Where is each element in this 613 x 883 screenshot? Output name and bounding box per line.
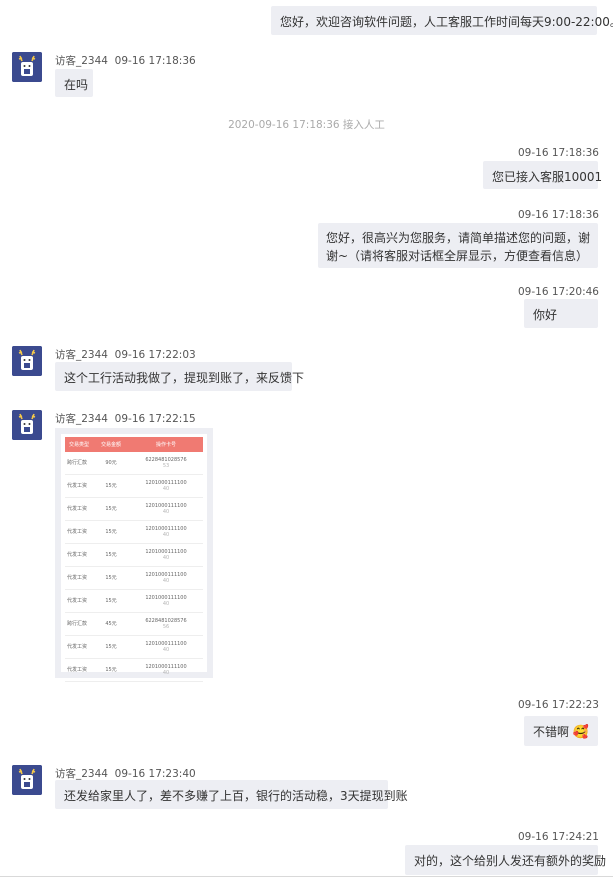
cell-card: 6228481028576 53 [129,457,203,469]
cell-amount: 15元 [105,598,117,604]
table-row: 代发工资 15元 1201000111100 40 [65,544,203,567]
message-time: 09-16 17:22:03 [114,349,196,361]
message-meta: 访客_2344 09-16 17:18:36 [55,53,196,68]
card-number-masked: 56 [162,624,170,630]
cell-type: 代发工资 [67,644,88,650]
visitor-avatar [12,346,42,376]
visitor-message: 这个工行活动我做了，提现到账了，来反馈下 [55,362,304,391]
visitor-avatar [12,765,42,795]
cell-card: 6228481028576 56 [129,618,203,630]
table-header: 交易类型 交易金额 操作卡号 [65,437,203,452]
cell-card: 1201000111100 40 [129,595,203,607]
cell-amount: 45元 [105,621,117,627]
card-number-masked: 40 [162,486,170,492]
agent-message: 您已接入客服10001 [483,161,602,189]
deer-icon [12,765,42,795]
cell-type: 代发工资 [67,598,88,604]
card-number-masked: 53 [162,463,170,469]
transaction-screenshot: 交易类型 交易金额 操作卡号 跨行汇款 90元 6228481028576 53 代发工… [61,434,207,682]
message-meta: 访客_2344 09-16 17:22:03 [55,347,196,362]
visitor-avatar [12,52,42,82]
table-row: 代发工资 15元 1201000111100 40 [65,636,203,659]
message-time: 09-16 17:18:36 [114,55,196,67]
agent-message: 您好，欢迎咨询软件问题，人工客服工作时间每天9:00-22:00。 [271,6,613,35]
visitor-message: 还发给家里人了，差不多赚了上百，银行的活动稳，3天提现到账 [55,780,408,809]
table-row: 代发工资 15元 1201000111100 40 [65,498,203,521]
visitor-avatar [12,410,42,440]
cell-amount: 90元 [105,460,117,466]
cell-amount: 15元 [105,575,117,581]
smiling-face-with-hearts-icon: 🥰 [572,725,590,740]
column-header: 操作卡号 [155,442,176,448]
cell-card: 1201000111100 40 [129,572,203,584]
message-time: 09-16 17:24:21 [517,831,599,843]
message-meta: 访客_2344 09-16 17:22:15 [55,411,196,426]
cell-amount: 15元 [105,667,117,673]
image-message[interactable]: 交易类型 交易金额 操作卡号 跨行汇款 90元 6228481028576 53 代发工… [55,428,213,682]
agent-message: 不错啊 🥰 [524,716,598,746]
cell-type: 代发工资 [67,667,88,673]
cell-type: 跨行汇款 [67,621,88,627]
table-row: 代发工资 15元 1201000111100 40 [65,475,203,498]
cell-amount: 15元 [105,552,117,558]
message-time: 09-16 17:18:36 [517,147,599,159]
table-row: 代发工资 15元 1201000111100 40 [65,590,203,613]
sender-name: 访客_2344 [55,768,108,780]
sender-name: 访客_2344 [55,349,108,361]
visitor-message: 在吗 [55,69,93,97]
cell-card: 1201000111100 40 [129,503,203,515]
card-number-masked: 40 [162,578,170,584]
message-meta: 访客_2344 09-16 17:23:40 [55,766,196,781]
cell-amount: 15元 [105,644,117,650]
table-row: 代发工资 15元 1201000111100 40 [65,659,203,682]
table-row: 跨行汇款 90元 6228481028576 53 [65,452,203,475]
card-number-masked: 40 [162,509,170,515]
card-number-masked: 40 [162,601,170,607]
cell-amount: 15元 [105,506,117,512]
cell-type: 代发工资 [67,529,88,535]
card-number-masked: 40 [162,532,170,538]
table-row: 代发工资 15元 1201000111100 40 [65,521,203,544]
cell-type: 代发工资 [67,506,88,512]
cell-card: 1201000111100 40 [129,480,203,492]
card-number-masked: 40 [162,647,170,653]
message-time: 09-16 17:20:46 [517,286,599,298]
agent-message: 您好，很高兴为您服务，请简单描述您的问题，谢谢~（请将客服对话框全屏显示，方便查… [318,223,598,268]
cell-type: 代发工资 [67,483,88,489]
message-text: 不错啊 [533,725,570,739]
cell-amount: 15元 [105,529,117,535]
cell-type: 代发工资 [67,552,88,558]
system-notice: 2020-09-16 17:18:36 接入人工 [228,119,385,131]
agent-message: 你好 [524,299,598,328]
cell-card: 1201000111100 40 [129,641,203,653]
deer-icon [12,346,42,376]
sender-name: 访客_2344 [55,413,108,425]
chat-window: 您好，欢迎咨询软件问题，人工客服工作时间每天9:00-22:00。 访客_234… [0,0,613,883]
cell-type: 跨行汇款 [67,460,88,466]
message-time: 09-16 17:18:36 [517,209,599,221]
column-header: 交易类型 [68,442,89,448]
message-time: 09-16 17:22:15 [114,413,196,425]
table-row: 代发工资 15元 1201000111100 40 [65,567,203,590]
cell-card: 1201000111100 40 [129,549,203,561]
deer-icon [12,52,42,82]
table-body: 跨行汇款 90元 6228481028576 53 代发工资 15元 12010001111… [65,452,203,682]
message-time: 09-16 17:23:40 [114,768,196,780]
table-row: 跨行汇款 45元 6228481028576 56 [65,613,203,636]
cell-amount: 15元 [105,483,117,489]
divider [0,876,613,877]
card-number-masked: 40 [162,670,170,676]
cell-card: 1201000111100 40 [129,526,203,538]
card-number-masked: 40 [162,555,170,561]
deer-icon [12,410,42,440]
column-header: 交易金额 [100,442,121,448]
cell-card: 1201000111100 40 [129,664,203,676]
cell-type: 代发工资 [67,575,88,581]
agent-message: 对的，这个给别人发还有额外的奖励 [405,845,606,875]
message-time: 09-16 17:22:23 [517,699,599,711]
sender-name: 访客_2344 [55,55,108,67]
